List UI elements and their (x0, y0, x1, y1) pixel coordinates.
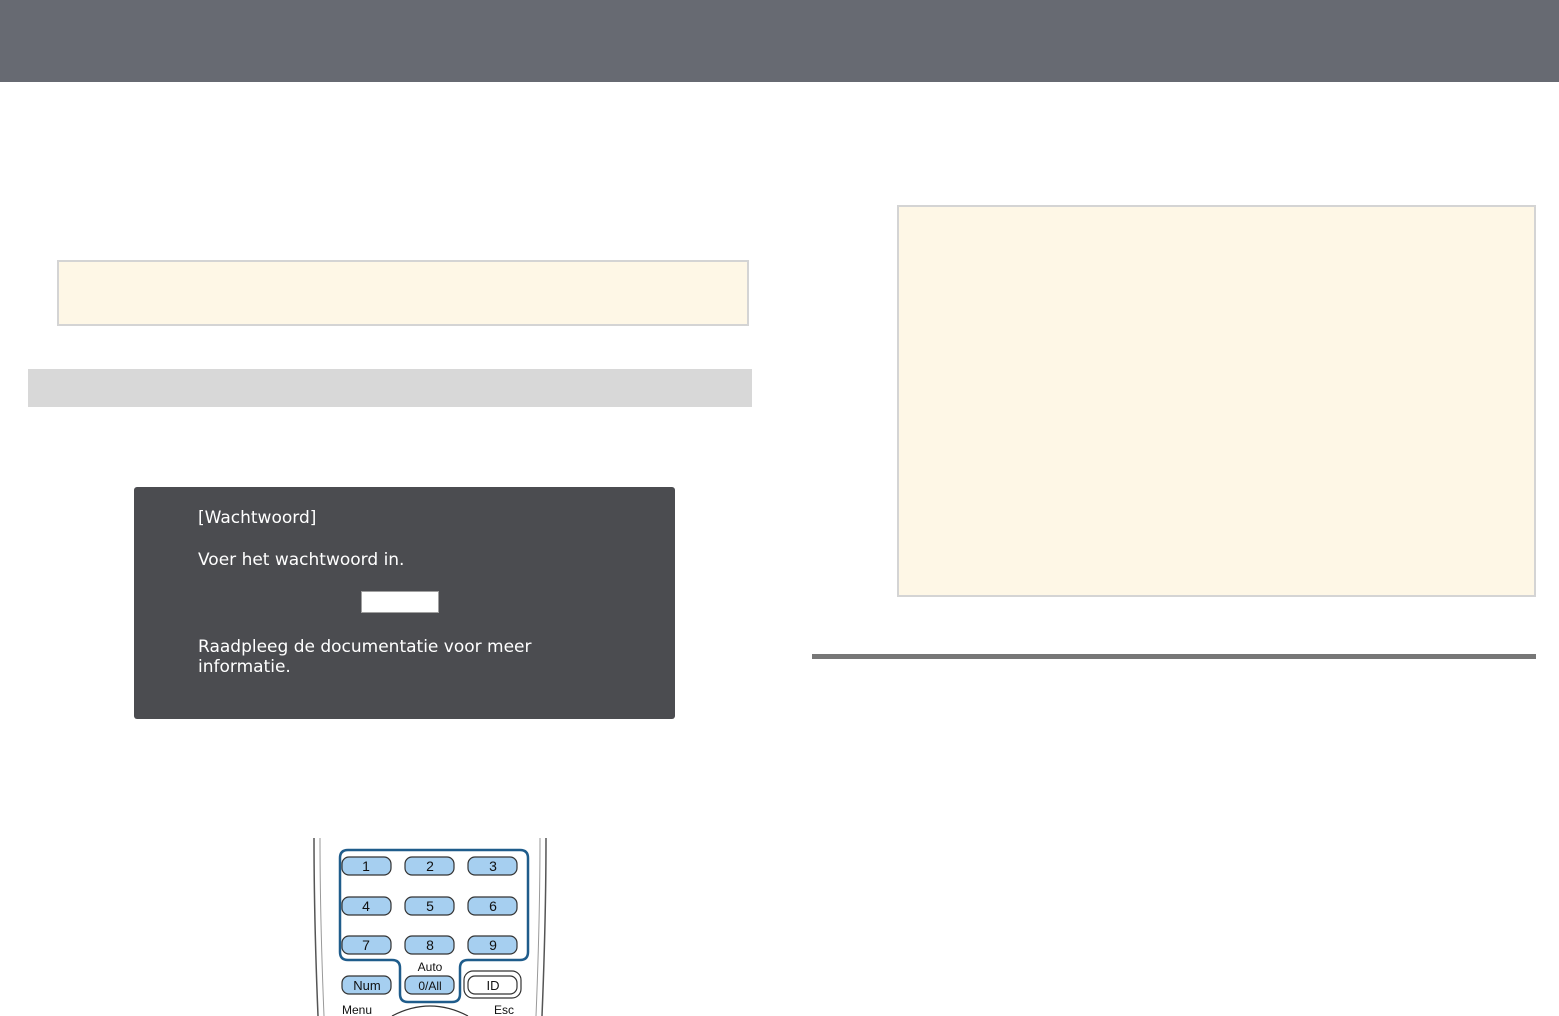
key-3-label: 3 (489, 858, 497, 874)
note-box-large (897, 205, 1536, 597)
section-divider (812, 654, 1536, 659)
key-id-label: ID (487, 978, 500, 993)
key-5-label: 5 (426, 898, 434, 914)
note-box (57, 260, 749, 326)
password-field[interactable] (361, 591, 439, 613)
remote-control-drawing: 1 2 3 4 5 6 7 8 9 Num 0/All ID Auto Menu… (313, 838, 547, 1016)
dialog-title: [Wachtwoord] (198, 508, 317, 528)
key-9-label: 9 (489, 937, 497, 953)
key-2-label: 2 (426, 858, 434, 874)
password-dialog: [Wachtwoord] Voer het wachtwoord in. Raa… (134, 487, 675, 719)
section-heading-bar (28, 369, 752, 407)
key-6-label: 6 (489, 898, 497, 914)
remote-control-illustration: 1 2 3 4 5 6 7 8 9 Num 0/All ID Auto Menu… (300, 838, 560, 1016)
key-4-label: 4 (362, 898, 370, 914)
auto-label: Auto (418, 960, 443, 974)
key-7-label: 7 (362, 937, 370, 953)
key-zero-all-label: 0/All (418, 979, 441, 993)
direction-pad-edge (391, 1005, 469, 1016)
dialog-help-text: Raadpleeg de documentatie voor meer info… (198, 637, 532, 677)
key-num-label: Num (353, 978, 380, 993)
top-banner (0, 0, 1559, 82)
dialog-prompt: Voer het wachtwoord in. (198, 550, 405, 570)
menu-label: Menu (342, 1003, 372, 1016)
key-8-label: 8 (426, 937, 434, 953)
key-1-label: 1 (362, 858, 370, 874)
esc-label: Esc (494, 1003, 514, 1016)
